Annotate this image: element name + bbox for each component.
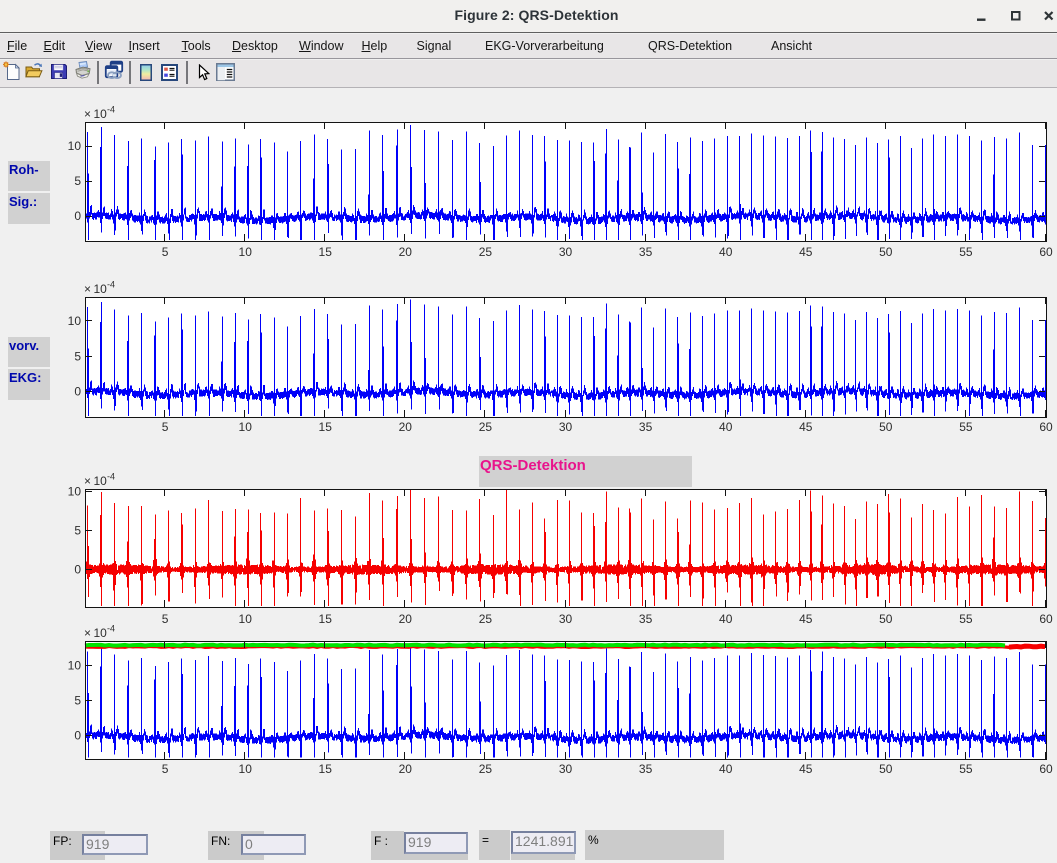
svg-text:25: 25 bbox=[479, 762, 493, 776]
svg-text:60: 60 bbox=[1039, 762, 1053, 776]
svg-text:50: 50 bbox=[879, 612, 893, 626]
svg-text:5: 5 bbox=[74, 694, 81, 708]
svg-text:10: 10 bbox=[68, 485, 82, 499]
svg-text:15: 15 bbox=[319, 420, 333, 434]
svg-text:55: 55 bbox=[959, 612, 973, 626]
svg-text:5: 5 bbox=[162, 245, 169, 259]
svg-text:5: 5 bbox=[74, 349, 81, 363]
svg-text:10: 10 bbox=[68, 314, 82, 328]
svg-text:50: 50 bbox=[879, 420, 893, 434]
svg-text:-4: -4 bbox=[107, 105, 115, 115]
svg-text:10: 10 bbox=[239, 762, 253, 776]
svg-text:20: 20 bbox=[399, 762, 413, 776]
svg-text:20: 20 bbox=[399, 420, 413, 434]
svg-text:35: 35 bbox=[639, 612, 653, 626]
svg-text:5: 5 bbox=[74, 524, 81, 538]
svg-text:25: 25 bbox=[479, 612, 493, 626]
svg-text:-4: -4 bbox=[107, 280, 115, 290]
svg-text:45: 45 bbox=[799, 420, 813, 434]
svg-text:60: 60 bbox=[1039, 420, 1053, 434]
svg-text:10: 10 bbox=[94, 474, 108, 488]
svg-text:0: 0 bbox=[74, 385, 81, 399]
svg-text:15: 15 bbox=[319, 762, 333, 776]
svg-text:×: × bbox=[84, 282, 91, 296]
svg-text:55: 55 bbox=[959, 245, 973, 259]
svg-text:30: 30 bbox=[559, 762, 573, 776]
svg-text:20: 20 bbox=[399, 612, 413, 626]
svg-text:55: 55 bbox=[959, 762, 973, 776]
svg-text:15: 15 bbox=[319, 245, 333, 259]
svg-text:10: 10 bbox=[68, 659, 82, 673]
svg-text:10: 10 bbox=[68, 139, 82, 153]
svg-text:40: 40 bbox=[719, 762, 733, 776]
svg-text:30: 30 bbox=[559, 420, 573, 434]
svg-text:30: 30 bbox=[559, 612, 573, 626]
svg-text:20: 20 bbox=[399, 245, 413, 259]
svg-text:35: 35 bbox=[639, 762, 653, 776]
svg-text:0: 0 bbox=[74, 563, 81, 577]
svg-text:50: 50 bbox=[879, 245, 893, 259]
svg-text:35: 35 bbox=[639, 420, 653, 434]
svg-text:60: 60 bbox=[1039, 612, 1053, 626]
svg-text:10: 10 bbox=[94, 282, 108, 296]
svg-text:25: 25 bbox=[479, 245, 493, 259]
svg-text:35: 35 bbox=[639, 245, 653, 259]
svg-text:5: 5 bbox=[74, 174, 81, 188]
svg-text:5: 5 bbox=[162, 612, 169, 626]
svg-text:0: 0 bbox=[74, 209, 81, 223]
svg-text:45: 45 bbox=[799, 245, 813, 259]
svg-text:60: 60 bbox=[1039, 245, 1053, 259]
svg-text:5: 5 bbox=[162, 420, 169, 434]
svg-text:10: 10 bbox=[239, 245, 253, 259]
svg-text:×: × bbox=[84, 474, 91, 488]
svg-text:10: 10 bbox=[239, 612, 253, 626]
svg-text:40: 40 bbox=[719, 245, 733, 259]
svg-text:×: × bbox=[84, 626, 91, 640]
svg-text:-4: -4 bbox=[107, 472, 115, 482]
svg-text:45: 45 bbox=[799, 762, 813, 776]
svg-text:10: 10 bbox=[94, 626, 108, 640]
svg-text:5: 5 bbox=[162, 762, 169, 776]
svg-text:45: 45 bbox=[799, 612, 813, 626]
svg-text:0: 0 bbox=[74, 729, 81, 743]
svg-text:10: 10 bbox=[239, 420, 253, 434]
svg-text:×: × bbox=[84, 107, 91, 121]
svg-text:-4: -4 bbox=[107, 624, 115, 634]
svg-text:15: 15 bbox=[319, 612, 333, 626]
svg-text:55: 55 bbox=[959, 420, 973, 434]
svg-text:50: 50 bbox=[879, 762, 893, 776]
svg-text:40: 40 bbox=[719, 612, 733, 626]
svg-text:10: 10 bbox=[94, 107, 108, 121]
svg-text:40: 40 bbox=[719, 420, 733, 434]
svg-text:30: 30 bbox=[559, 245, 573, 259]
svg-text:25: 25 bbox=[479, 420, 493, 434]
